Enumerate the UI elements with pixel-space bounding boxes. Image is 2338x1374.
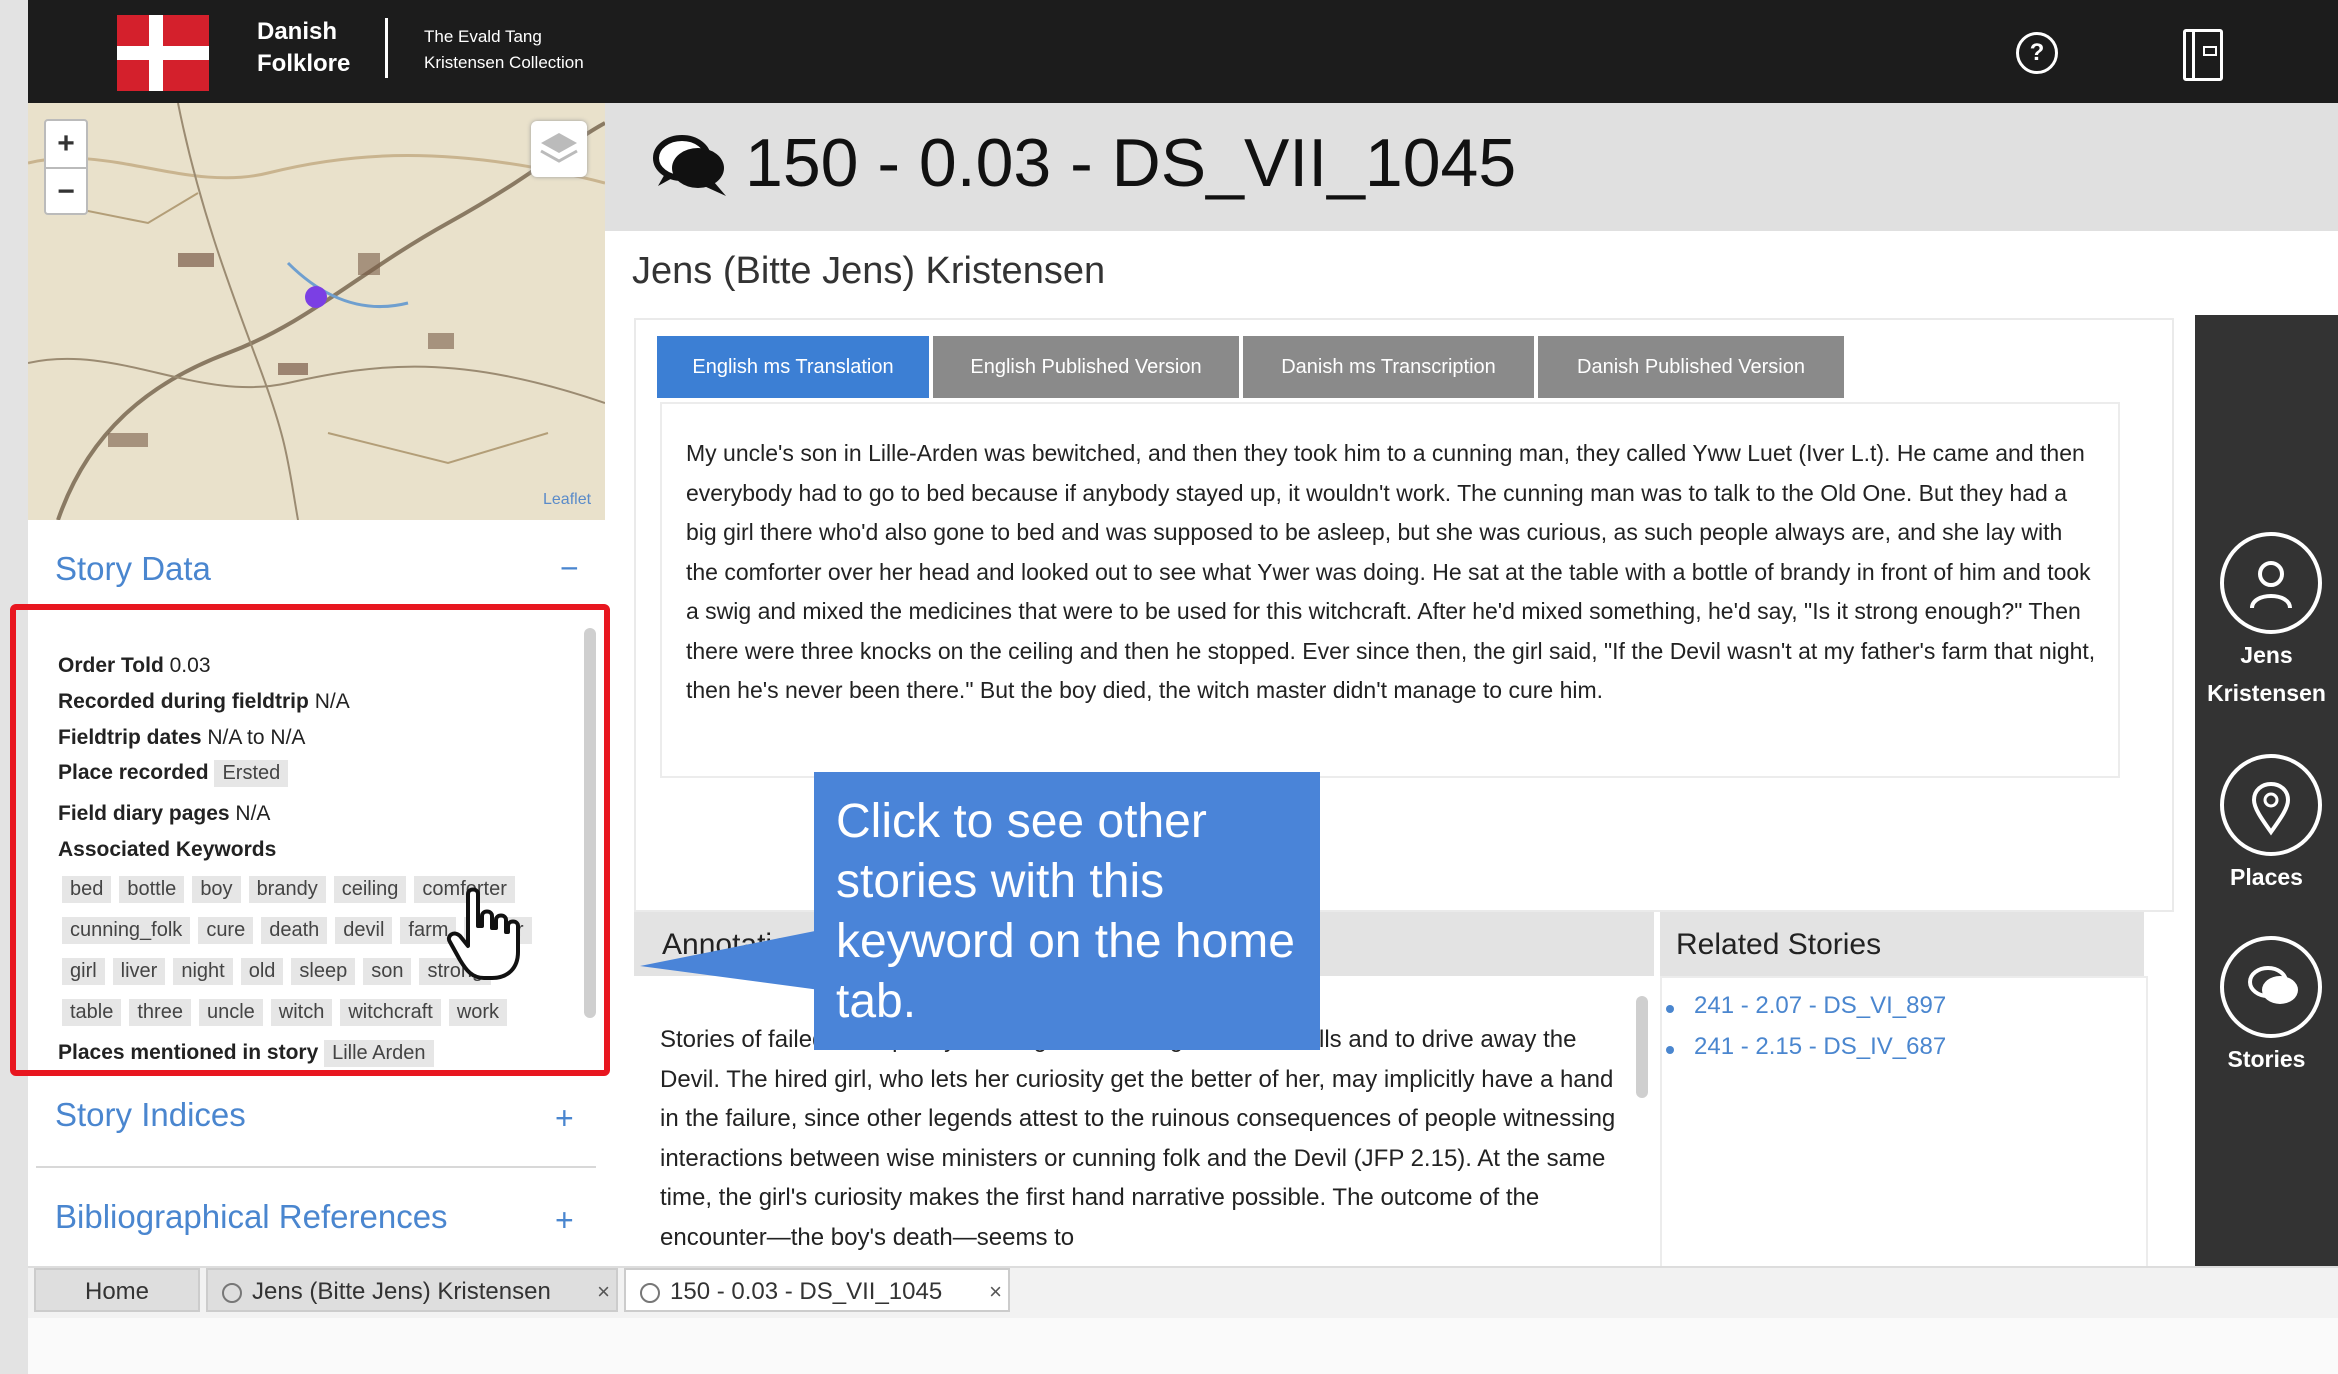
stories-label[interactable]: Stories — [2195, 1044, 2338, 1074]
zoom-out-button[interactable]: − — [46, 167, 86, 215]
brand-line-2: Folklore — [257, 50, 351, 77]
annotation-text: Stories of failed attempts by cunning fo… — [660, 1026, 1616, 1251]
subtitle-line-1: The Evald Tang — [424, 27, 542, 46]
person-label-first[interactable]: Jens — [2195, 640, 2338, 670]
location-marker[interactable] — [305, 286, 327, 308]
related-stories-header: Related Stories — [1676, 928, 1882, 961]
related-story-link[interactable]: 241 - 2.07 - DS_VI_897 — [1694, 992, 1946, 1020]
layers-icon[interactable] — [531, 121, 587, 177]
tab-danish-published-version[interactable]: Danish Published Version — [1538, 336, 1844, 398]
map-attribution[interactable]: Leaflet — [543, 491, 591, 509]
highlight-box — [10, 604, 610, 1076]
person-icon[interactable] — [2220, 532, 2322, 634]
storyteller-name[interactable]: Jens (Bitte Jens) Kristensen — [632, 250, 1105, 293]
person-tab-label: Jens (Bitte Jens) Kristensen — [252, 1278, 551, 1305]
page-title: 150 - 0.03 - DS_VII_1045 — [745, 125, 1517, 201]
hand-pointer-icon — [447, 887, 520, 980]
divider — [36, 1166, 596, 1168]
tab-english-published-version[interactable]: English Published Version — [933, 336, 1239, 398]
speech-bubbles-icon — [653, 135, 726, 196]
speech-icon — [222, 1282, 242, 1303]
callout-text: Click to see other stories with this key… — [836, 795, 1295, 1028]
story-text-panel: My uncle's son in Lille-Arden was bewitc… — [660, 402, 2120, 778]
related-stories-header-bar: Related Stories — [1660, 912, 2144, 976]
collection-subtitle: The Evald Tang Kristensen Collection — [424, 24, 584, 76]
subtitle-line-2: Kristensen Collection — [424, 53, 584, 72]
related-story-link[interactable]: 241 - 2.15 - DS_IV_687 — [1694, 1033, 1946, 1061]
list-bullet — [1666, 1046, 1674, 1054]
tab-english-ms-translation[interactable]: English ms Translation — [657, 336, 929, 398]
brand-title[interactable]: Danish Folklore — [257, 16, 350, 80]
zoom-control: + − — [44, 119, 88, 215]
places-label[interactable]: Places — [2195, 862, 2338, 892]
notebook-icon[interactable] — [2183, 29, 2223, 81]
window-bottom-area — [28, 1318, 2338, 1374]
danish-flag-logo — [117, 15, 209, 91]
story-tab[interactable]: 150 - 0.03 - DS_VII_1045 × — [624, 1268, 1010, 1312]
related-stories-panel — [1660, 976, 2148, 1270]
map-pin-icon[interactable] — [2220, 754, 2322, 856]
annotation-scrollbar[interactable] — [1636, 996, 1648, 1098]
zoom-in-button[interactable]: + — [46, 121, 86, 167]
top-navigation-bar — [28, 0, 2338, 103]
help-icon[interactable]: ? — [2016, 32, 2058, 74]
speech-icon — [640, 1282, 660, 1303]
story-tab-label: 150 - 0.03 - DS_VII_1045 — [670, 1278, 943, 1305]
location-map[interactable]: + − Leaflet — [28, 103, 605, 520]
brand-line-1: Danish — [257, 18, 338, 45]
tab-danish-ms-transcription[interactable]: Danish ms Transcription — [1243, 336, 1534, 398]
brand-divider — [385, 18, 388, 78]
callout-pointer — [640, 930, 820, 990]
expand-icon[interactable]: + — [555, 1100, 574, 1137]
story-text: My uncle's son in Lille-Arden was bewitc… — [686, 440, 2096, 703]
tutorial-callout: Click to see other stories with this key… — [814, 772, 1320, 1050]
close-icon[interactable]: × — [597, 1270, 610, 1314]
story-indices-header[interactable]: Story Indices — [55, 1096, 246, 1134]
person-tab[interactable]: Jens (Bitte Jens) Kristensen × — [206, 1268, 618, 1312]
collapse-icon[interactable]: − — [560, 550, 579, 587]
story-data-header[interactable]: Story Data — [55, 550, 211, 588]
expand-icon[interactable]: + — [555, 1202, 574, 1239]
person-label-last[interactable]: Kristensen — [2195, 678, 2338, 708]
close-icon[interactable]: × — [989, 1270, 1002, 1314]
home-tab[interactable]: Home — [34, 1268, 200, 1312]
stories-icon[interactable] — [2220, 936, 2322, 1038]
bibliographical-references-header[interactable]: Bibliographical References — [55, 1198, 448, 1236]
list-bullet — [1666, 1005, 1674, 1013]
map-tiles — [28, 103, 605, 520]
